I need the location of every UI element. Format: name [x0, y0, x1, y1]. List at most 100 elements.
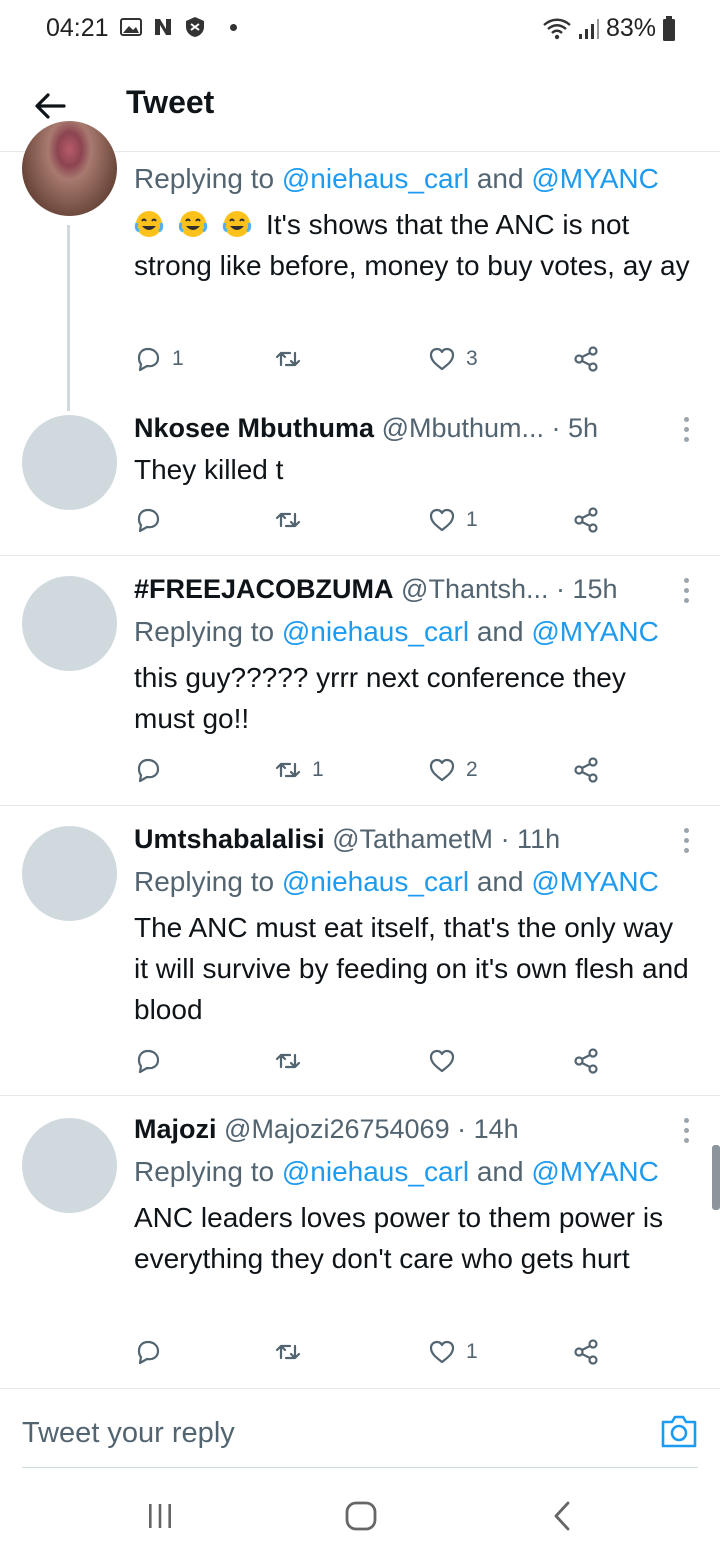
- system-indicators: 83%: [542, 14, 676, 43]
- heart-icon: [429, 1049, 455, 1073]
- avatar[interactable]: [22, 1118, 117, 1213]
- tweet-actions: 1: [134, 503, 614, 537]
- n-app-icon: [155, 19, 171, 35]
- scrollbar[interactable]: [712, 1145, 720, 1210]
- thread-line: [67, 225, 70, 411]
- reply-composer[interactable]: Tweet your reply: [0, 1388, 720, 1468]
- display-name[interactable]: Umtshabalalisi: [134, 824, 325, 854]
- mention-link[interactable]: @MYANC: [531, 866, 658, 897]
- share-button[interactable]: [572, 753, 600, 787]
- reply-input[interactable]: Tweet your reply: [22, 1417, 235, 1450]
- camera-icon[interactable]: [660, 1413, 698, 1449]
- display-name[interactable]: Majozi: [134, 1114, 217, 1144]
- tweet-text: The ANC must eat itself, that's the only…: [134, 912, 689, 1025]
- share-button[interactable]: [572, 1044, 600, 1078]
- avatar[interactable]: [22, 121, 117, 216]
- reply-icon: [137, 508, 160, 533]
- like-button[interactable]: 2: [428, 753, 478, 787]
- more-options-icon[interactable]: [684, 417, 690, 443]
- share-icon: [574, 1339, 598, 1365]
- tweet-header: #FREEJACOBZUMA @Thantsh... · 15h: [134, 574, 696, 605]
- like-button[interactable]: 3: [428, 342, 478, 376]
- tweet-text: It's shows that the ANC is not strong li…: [134, 209, 690, 281]
- retweet-icon: [275, 1053, 301, 1069]
- mention-link[interactable]: @MYANC: [531, 616, 658, 647]
- tweet-card[interactable]: Nkosee Mbuthuma @Mbuthum... · 5h They ki…: [0, 397, 720, 556]
- user-handle: @Mbuthum...: [381, 413, 545, 443]
- divider: [22, 1467, 698, 1468]
- display-name[interactable]: #FREEJACOBZUMA: [134, 574, 394, 604]
- tweet-card[interactable]: Umtshabalalisi @TathametM · 11h Replying…: [0, 806, 720, 1096]
- tweet-text: ANC leaders loves power to them power is…: [134, 1202, 664, 1274]
- like-button[interactable]: 1: [428, 503, 478, 537]
- back-icon[interactable]: [550, 1500, 574, 1532]
- tweet-actions: 1 3: [134, 342, 614, 376]
- mention-link[interactable]: @niehaus_carl: [282, 1156, 469, 1187]
- reply-icon: [137, 347, 160, 372]
- share-icon: [574, 507, 598, 533]
- reply-button[interactable]: [134, 753, 172, 787]
- tweet-actions: 1: [134, 1335, 614, 1369]
- reply-button[interactable]: 1: [134, 342, 184, 376]
- arrow-left-icon[interactable]: [30, 86, 70, 126]
- retweet-button[interactable]: 1: [274, 753, 324, 787]
- reply-button[interactable]: [134, 1044, 172, 1078]
- laughing-emoji-icon: [134, 211, 164, 237]
- heart-icon: [429, 508, 455, 532]
- avatar[interactable]: [22, 826, 117, 921]
- mention-link[interactable]: @niehaus_carl: [282, 616, 469, 647]
- tweet-text: this guy????? yrrr next conference they …: [134, 662, 626, 734]
- share-icon: [574, 346, 598, 372]
- mention-link[interactable]: @MYANC: [531, 1156, 658, 1187]
- replying-to: Replying to @niehaus_carl and @MYANC: [134, 866, 659, 897]
- recent-apps-icon[interactable]: [146, 1500, 174, 1532]
- tweet-text: They killed t: [134, 454, 284, 485]
- notification-icons: [120, 16, 237, 38]
- timestamp: · 11h: [493, 824, 561, 854]
- retweet-icon: [275, 1344, 301, 1360]
- retweet-button[interactable]: [274, 1335, 312, 1369]
- tweet-card[interactable]: Replying to @niehaus_carl and @MYANC It'…: [0, 121, 720, 411]
- retweet-button[interactable]: [274, 503, 312, 537]
- reply-icon: [137, 758, 160, 783]
- system-nav-bar: [0, 1470, 720, 1560]
- timestamp: · 5h: [544, 413, 599, 443]
- retweet-icon: [275, 762, 301, 778]
- home-icon[interactable]: [344, 1500, 378, 1532]
- avatar[interactable]: [22, 415, 117, 510]
- tweet-actions: 1 2: [134, 753, 614, 787]
- reply-button[interactable]: [134, 1335, 172, 1369]
- laughing-emoji-icon: [222, 211, 252, 237]
- replying-to: Replying to @niehaus_carl and @MYANC: [134, 163, 659, 194]
- share-button[interactable]: [572, 503, 600, 537]
- more-options-icon[interactable]: [684, 1118, 690, 1144]
- tweet-card[interactable]: #FREEJACOBZUMA @Thantsh... · 15h Replyin…: [0, 556, 720, 806]
- reply-button[interactable]: [134, 503, 172, 537]
- user-handle: @Thantsh...: [401, 574, 549, 604]
- share-button[interactable]: [572, 342, 600, 376]
- battery-icon: [663, 15, 675, 41]
- like-button[interactable]: [428, 1044, 466, 1078]
- more-options-icon[interactable]: [684, 828, 690, 854]
- mention-link[interactable]: @niehaus_carl: [282, 163, 469, 194]
- status-time: 04:21: [46, 14, 109, 42]
- timestamp: · 15h: [548, 574, 618, 604]
- replying-to: Replying to @niehaus_carl and @MYANC: [134, 1156, 659, 1187]
- mention-link[interactable]: @MYANC: [531, 163, 658, 194]
- share-button[interactable]: [572, 1335, 600, 1369]
- retweet-icon: [275, 351, 301, 367]
- wifi-icon: [543, 18, 571, 39]
- mention-link[interactable]: @niehaus_carl: [282, 866, 469, 897]
- tweet-actions: [134, 1044, 614, 1078]
- replying-to: Replying to @niehaus_carl and @MYANC: [134, 616, 659, 647]
- like-button[interactable]: 1: [428, 1335, 478, 1369]
- page-title: Tweet: [126, 84, 215, 120]
- app-header: Tweet: [0, 58, 720, 152]
- display-name[interactable]: Nkosee Mbuthuma: [134, 413, 374, 443]
- more-options-icon[interactable]: [684, 578, 690, 604]
- shield-icon: [186, 17, 204, 37]
- retweet-button[interactable]: [274, 1044, 312, 1078]
- avatar[interactable]: [22, 576, 117, 671]
- tweet-card[interactable]: Majozi @Majozi26754069 · 14h Replying to…: [0, 1096, 720, 1388]
- retweet-button[interactable]: [274, 342, 312, 376]
